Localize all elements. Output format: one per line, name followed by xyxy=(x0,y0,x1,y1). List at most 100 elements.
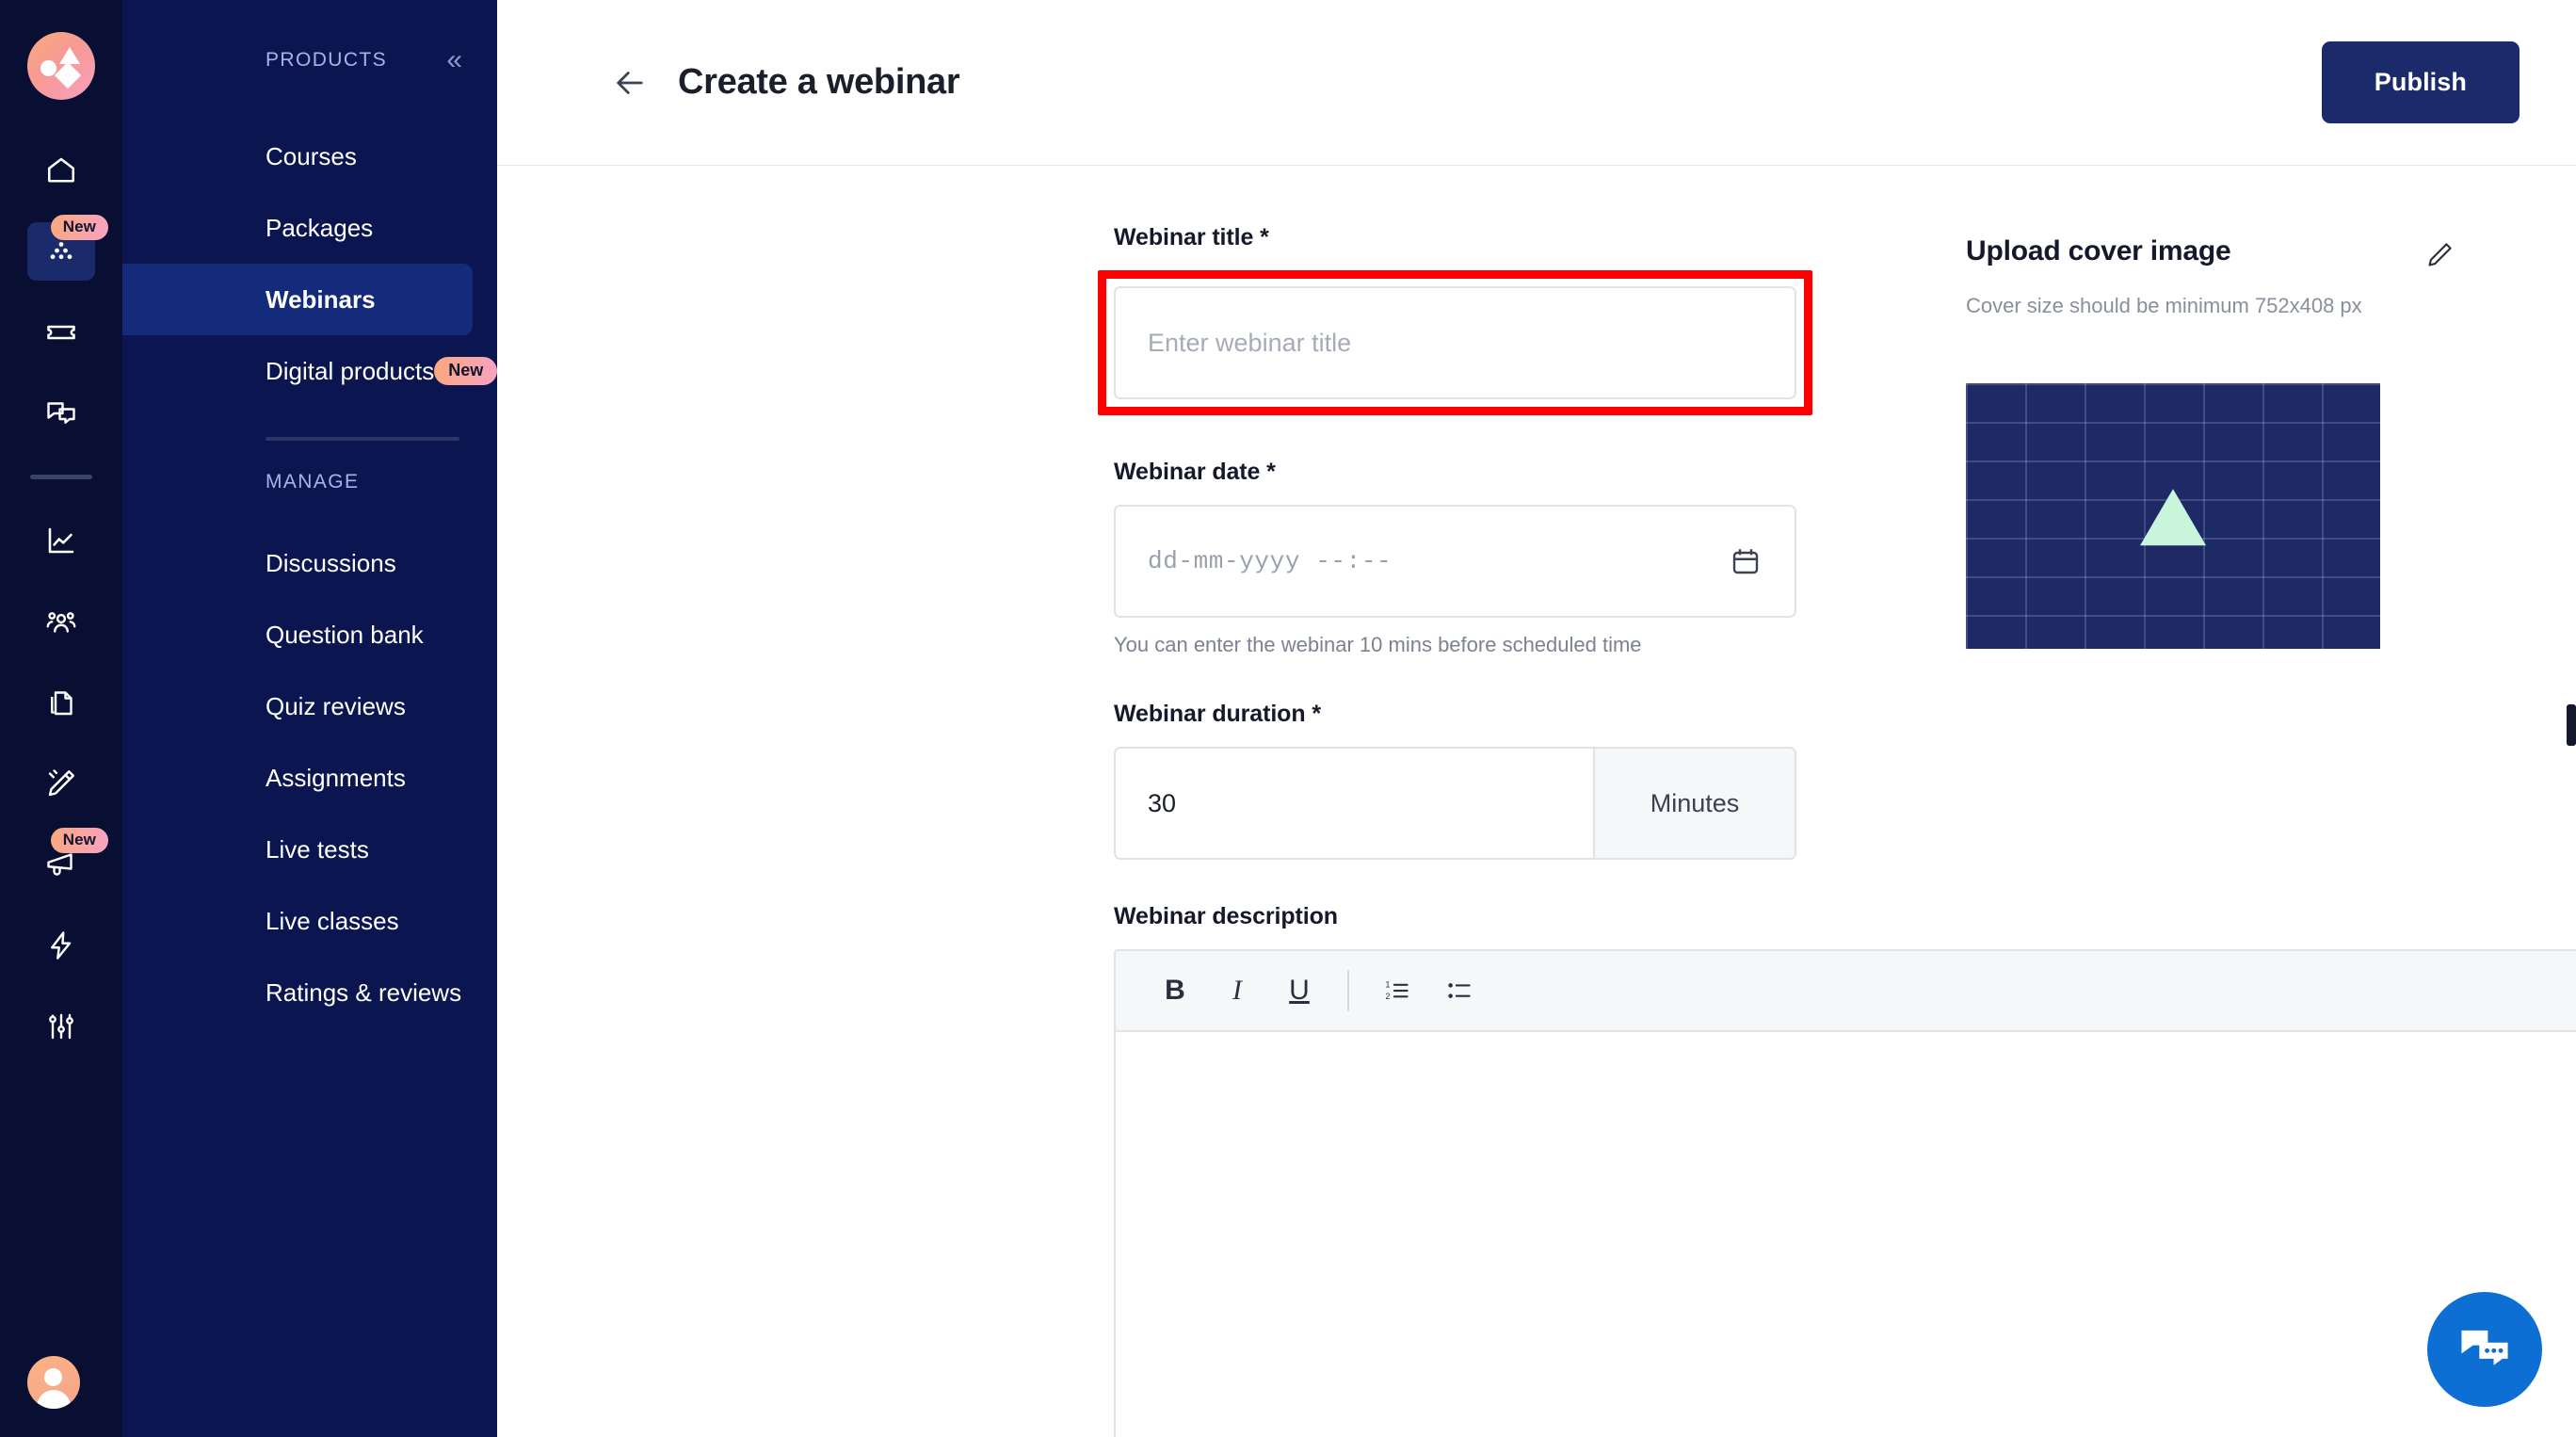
chat-bubbles-icon xyxy=(47,402,75,424)
icon-rail: New New xyxy=(0,0,122,1437)
rail-item-learners[interactable] xyxy=(27,592,95,651)
sidebar-item-label: Packages xyxy=(266,213,374,242)
sidebar-products-header: PRODUCTS « xyxy=(122,41,497,79)
sidebar-section-manage-label: MANAGE xyxy=(266,471,360,492)
cover-image-title: Upload cover image xyxy=(1966,235,2231,266)
sidebar-collapse-icon[interactable]: « xyxy=(446,46,462,74)
settings-sliders-icon xyxy=(49,1013,73,1040)
description-editor-body[interactable] xyxy=(1116,1032,2576,1437)
webinar-date-placeholder: dd-mm-yyyy --:-- xyxy=(1148,547,1393,575)
sidebar-divider xyxy=(266,437,459,441)
page-body: Webinar title * Enter webinar title Webi… xyxy=(497,166,2576,1437)
cover-image-header: Upload cover image xyxy=(1966,235,2455,271)
user-avatar[interactable] xyxy=(27,1356,80,1409)
publish-button[interactable]: Publish xyxy=(2321,41,2520,123)
sidebar-item-label: Discussions xyxy=(266,548,396,577)
coupons-ticket-icon xyxy=(47,325,75,340)
sidebar-item-quiz-reviews[interactable]: Quiz reviews xyxy=(122,670,473,742)
logo-diamond-shape xyxy=(54,61,82,89)
description-editor: B I U 1 2 xyxy=(1114,949,2576,1437)
sidebar-item-label: Digital products xyxy=(266,356,435,385)
webinar-duration-input[interactable]: 30 xyxy=(1116,749,1593,858)
sidebar-item-live-classes[interactable]: Live classes xyxy=(122,885,473,957)
sidebar-item-courses[interactable]: Courses xyxy=(122,121,473,192)
description-editor-toolbar: B I U 1 2 xyxy=(1116,951,2576,1032)
sidebar-item-label: Live classes xyxy=(266,906,399,935)
back-arrow-icon[interactable] xyxy=(610,63,650,103)
webinar-title-label: Webinar title * xyxy=(1114,224,1269,250)
app-logo[interactable] xyxy=(27,32,95,100)
sidebar-item-label: Quiz reviews xyxy=(266,691,406,720)
automation-bolt-icon xyxy=(51,931,72,960)
rail-item-automation[interactable] xyxy=(27,916,95,975)
webinar-duration-group: 30 Minutes xyxy=(1114,747,1796,860)
rail-item-pages[interactable] xyxy=(27,673,95,732)
sidebar-item-label: Webinars xyxy=(266,284,376,314)
cover-placeholder-triangle-icon xyxy=(2140,489,2206,546)
main-content: Create a webinar Publish Webinar title *… xyxy=(497,0,2576,1437)
sidebar-item-ratings-reviews[interactable]: Ratings & reviews xyxy=(122,957,473,1028)
learners-people-icon xyxy=(46,612,76,633)
sidebar-item-label: Ratings & reviews xyxy=(266,977,462,1007)
sidebar-item-label: Live tests xyxy=(266,834,369,864)
sidebar-badge-new: New xyxy=(434,357,498,385)
italic-button[interactable]: I xyxy=(1210,963,1264,1018)
logo-triangle-shape xyxy=(59,47,80,64)
rail-item-discussions[interactable] xyxy=(27,384,95,443)
chat-support-icon xyxy=(2461,1330,2508,1365)
webinar-date-helper: You can enter the webinar 10 mins before… xyxy=(1114,633,1642,656)
rail-item-marketing[interactable]: New xyxy=(27,828,108,894)
rail-item-settings[interactable] xyxy=(27,997,95,1056)
rail-divider xyxy=(30,475,92,479)
avatar-head-shape xyxy=(44,1368,62,1386)
sidebar-item-label: Question bank xyxy=(266,620,424,649)
svg-text:2: 2 xyxy=(1386,992,1391,1001)
home-icon xyxy=(47,157,75,183)
app-root: New New PRODUCTS « Courses Packages Webi… xyxy=(0,0,2576,1437)
rail-badge-new-marketing: New xyxy=(50,828,108,853)
rail-item-home[interactable] xyxy=(27,141,95,200)
calendar-icon[interactable] xyxy=(1729,544,1763,578)
sidebar-section-products-label: PRODUCTS xyxy=(266,49,388,71)
toolbar-separator xyxy=(1347,970,1349,1011)
sidebar-item-assignments[interactable]: Assignments xyxy=(122,742,473,814)
bullet-list-button[interactable] xyxy=(1432,963,1487,1018)
webinar-description-label: Webinar description xyxy=(1114,903,1338,929)
sidebar-nav: PRODUCTS « Courses Packages Webinars Dig… xyxy=(122,0,498,1437)
webinar-form: Webinar title * Enter webinar title Webi… xyxy=(497,224,2576,1437)
sidebar-item-label: Assignments xyxy=(266,763,406,792)
rail-item-analytics[interactable] xyxy=(27,511,95,570)
rail-badge-new: New xyxy=(50,215,108,240)
design-pen-icon xyxy=(48,769,74,797)
rail-item-products[interactable]: New xyxy=(27,215,108,281)
field-webinar-description: Webinar description B I U 1 2 xyxy=(1114,903,2576,1437)
cover-image-subtitle: Cover size should be minimum 752x408 px xyxy=(1966,294,2362,317)
rail-item-coupons[interactable] xyxy=(27,303,95,362)
underline-button[interactable]: U xyxy=(1272,963,1327,1018)
sidebar-item-question-bank[interactable]: Question bank xyxy=(122,599,473,670)
sidebar-item-live-tests[interactable]: Live tests xyxy=(122,814,473,885)
sidebar-item-discussions[interactable]: Discussions xyxy=(122,527,473,599)
svg-text:1: 1 xyxy=(1386,979,1391,989)
chat-support-button[interactable] xyxy=(2427,1292,2542,1407)
rail-item-design[interactable] xyxy=(27,754,95,813)
cover-image-placeholder[interactable] xyxy=(1966,383,2380,649)
bold-button[interactable]: B xyxy=(1148,963,1202,1018)
field-webinar-duration: Webinar duration * 30 Minutes xyxy=(1114,701,1796,860)
sidebar-item-digital-products[interactable]: Digital products New xyxy=(122,335,498,407)
page-header-left: Create a webinar xyxy=(610,62,960,103)
sidebar-item-packages[interactable]: Packages xyxy=(122,192,473,264)
ordered-list-button[interactable]: 1 2 xyxy=(1370,963,1425,1018)
pages-files-icon xyxy=(51,691,72,716)
page-title: Create a webinar xyxy=(678,62,960,102)
webinar-duration-unit: Minutes xyxy=(1593,749,1795,858)
pencil-edit-icon[interactable] xyxy=(2423,239,2455,271)
field-webinar-date: Webinar date * dd-mm-yyyy --:-- You can … xyxy=(1114,459,1796,657)
scrollbar-thumb[interactable] xyxy=(2567,704,2576,746)
field-webinar-title: Webinar title * Enter webinar title xyxy=(1098,224,1812,415)
avatar-body-shape xyxy=(37,1390,71,1409)
sidebar-item-label: Courses xyxy=(266,141,357,170)
webinar-date-input[interactable]: dd-mm-yyyy --:-- xyxy=(1114,505,1796,618)
sidebar-item-webinars[interactable]: Webinars xyxy=(122,264,473,335)
webinar-title-input[interactable]: Enter webinar title xyxy=(1114,286,1796,399)
